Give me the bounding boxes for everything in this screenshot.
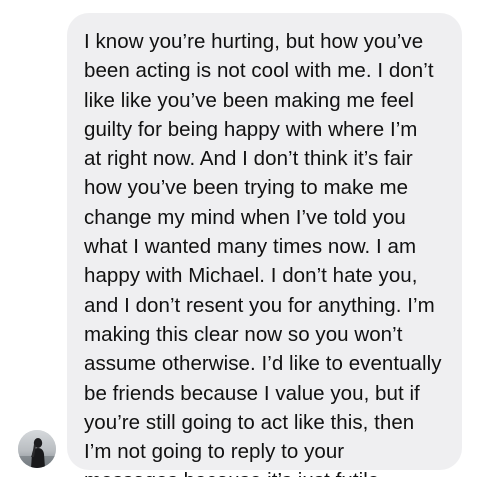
message-line: I’m not going to reply to your [84, 440, 345, 464]
profile-photo-icon [18, 430, 56, 468]
message-line: I know you’re hurting, but how you’ve [84, 30, 424, 53]
message-line: change my mind when I’ve told you [84, 205, 406, 229]
message-line: assume otherwise. I’d like to eventually [84, 352, 442, 376]
message-line: messages because it’s just futile [84, 466, 452, 477]
sender-avatar[interactable] [18, 430, 56, 468]
message-line: and I don’t resent you for anything. I’m [84, 293, 435, 317]
message-line: be friends because I value you, but if [84, 381, 420, 405]
message-line: been acting is not cool with me. I don’t [84, 59, 434, 83]
message-line: happy with Michael. I don’t hate you, [84, 264, 418, 288]
message-line: how you’ve been trying to make me [84, 176, 409, 200]
conversation-thread: I know you’re hurting, but how you’ve be… [0, 0, 480, 477]
message-line: making this clear now so you won’t [84, 322, 403, 346]
message-line: guilty for being happy with where I’m [84, 117, 418, 141]
message-line: like like you’ve been making me feel [84, 88, 414, 112]
message-bubble[interactable]: I know you’re hurting, but how you’ve be… [67, 13, 462, 477]
message-line: you’re still going to act like this, the… [84, 410, 415, 434]
message-line: at right now. And I don’t think it’s fai… [84, 147, 413, 171]
message-line: what I wanted many times now. I am [84, 235, 417, 259]
